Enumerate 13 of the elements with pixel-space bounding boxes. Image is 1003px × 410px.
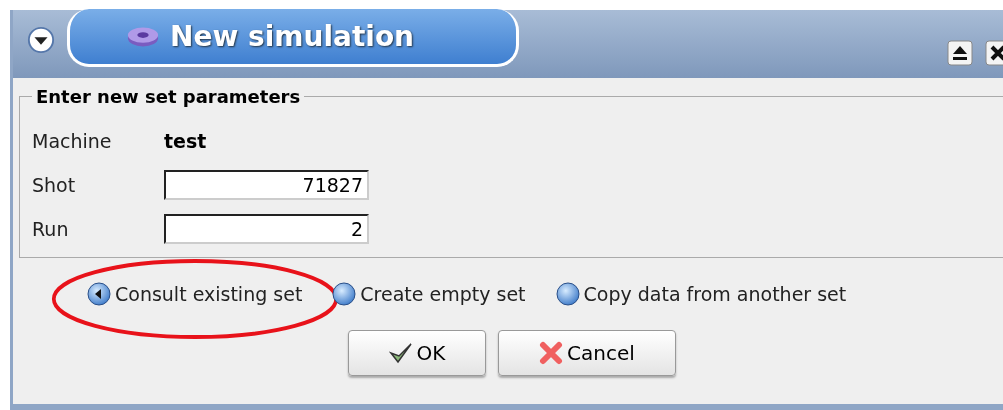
group-title: Enter new set parameters: [35, 86, 302, 107]
field-label: Machine: [32, 130, 113, 152]
dialog-button[interactable]: Cancel: [498, 330, 676, 376]
field-label: Shot: [32, 174, 77, 196]
dialog-button[interactable]: OK: [348, 330, 486, 376]
input-field[interactable]: 2: [164, 214, 369, 244]
window-title: New simulation: [170, 20, 415, 53]
field-label: Run: [32, 218, 70, 240]
field-value: test: [164, 130, 207, 152]
option-label[interactable]: Create empty set: [360, 283, 526, 305]
option-label[interactable]: Consult existing set: [115, 283, 303, 305]
option-label[interactable]: Copy data from another set: [583, 283, 847, 305]
input-field[interactable]: 71827: [164, 170, 369, 200]
